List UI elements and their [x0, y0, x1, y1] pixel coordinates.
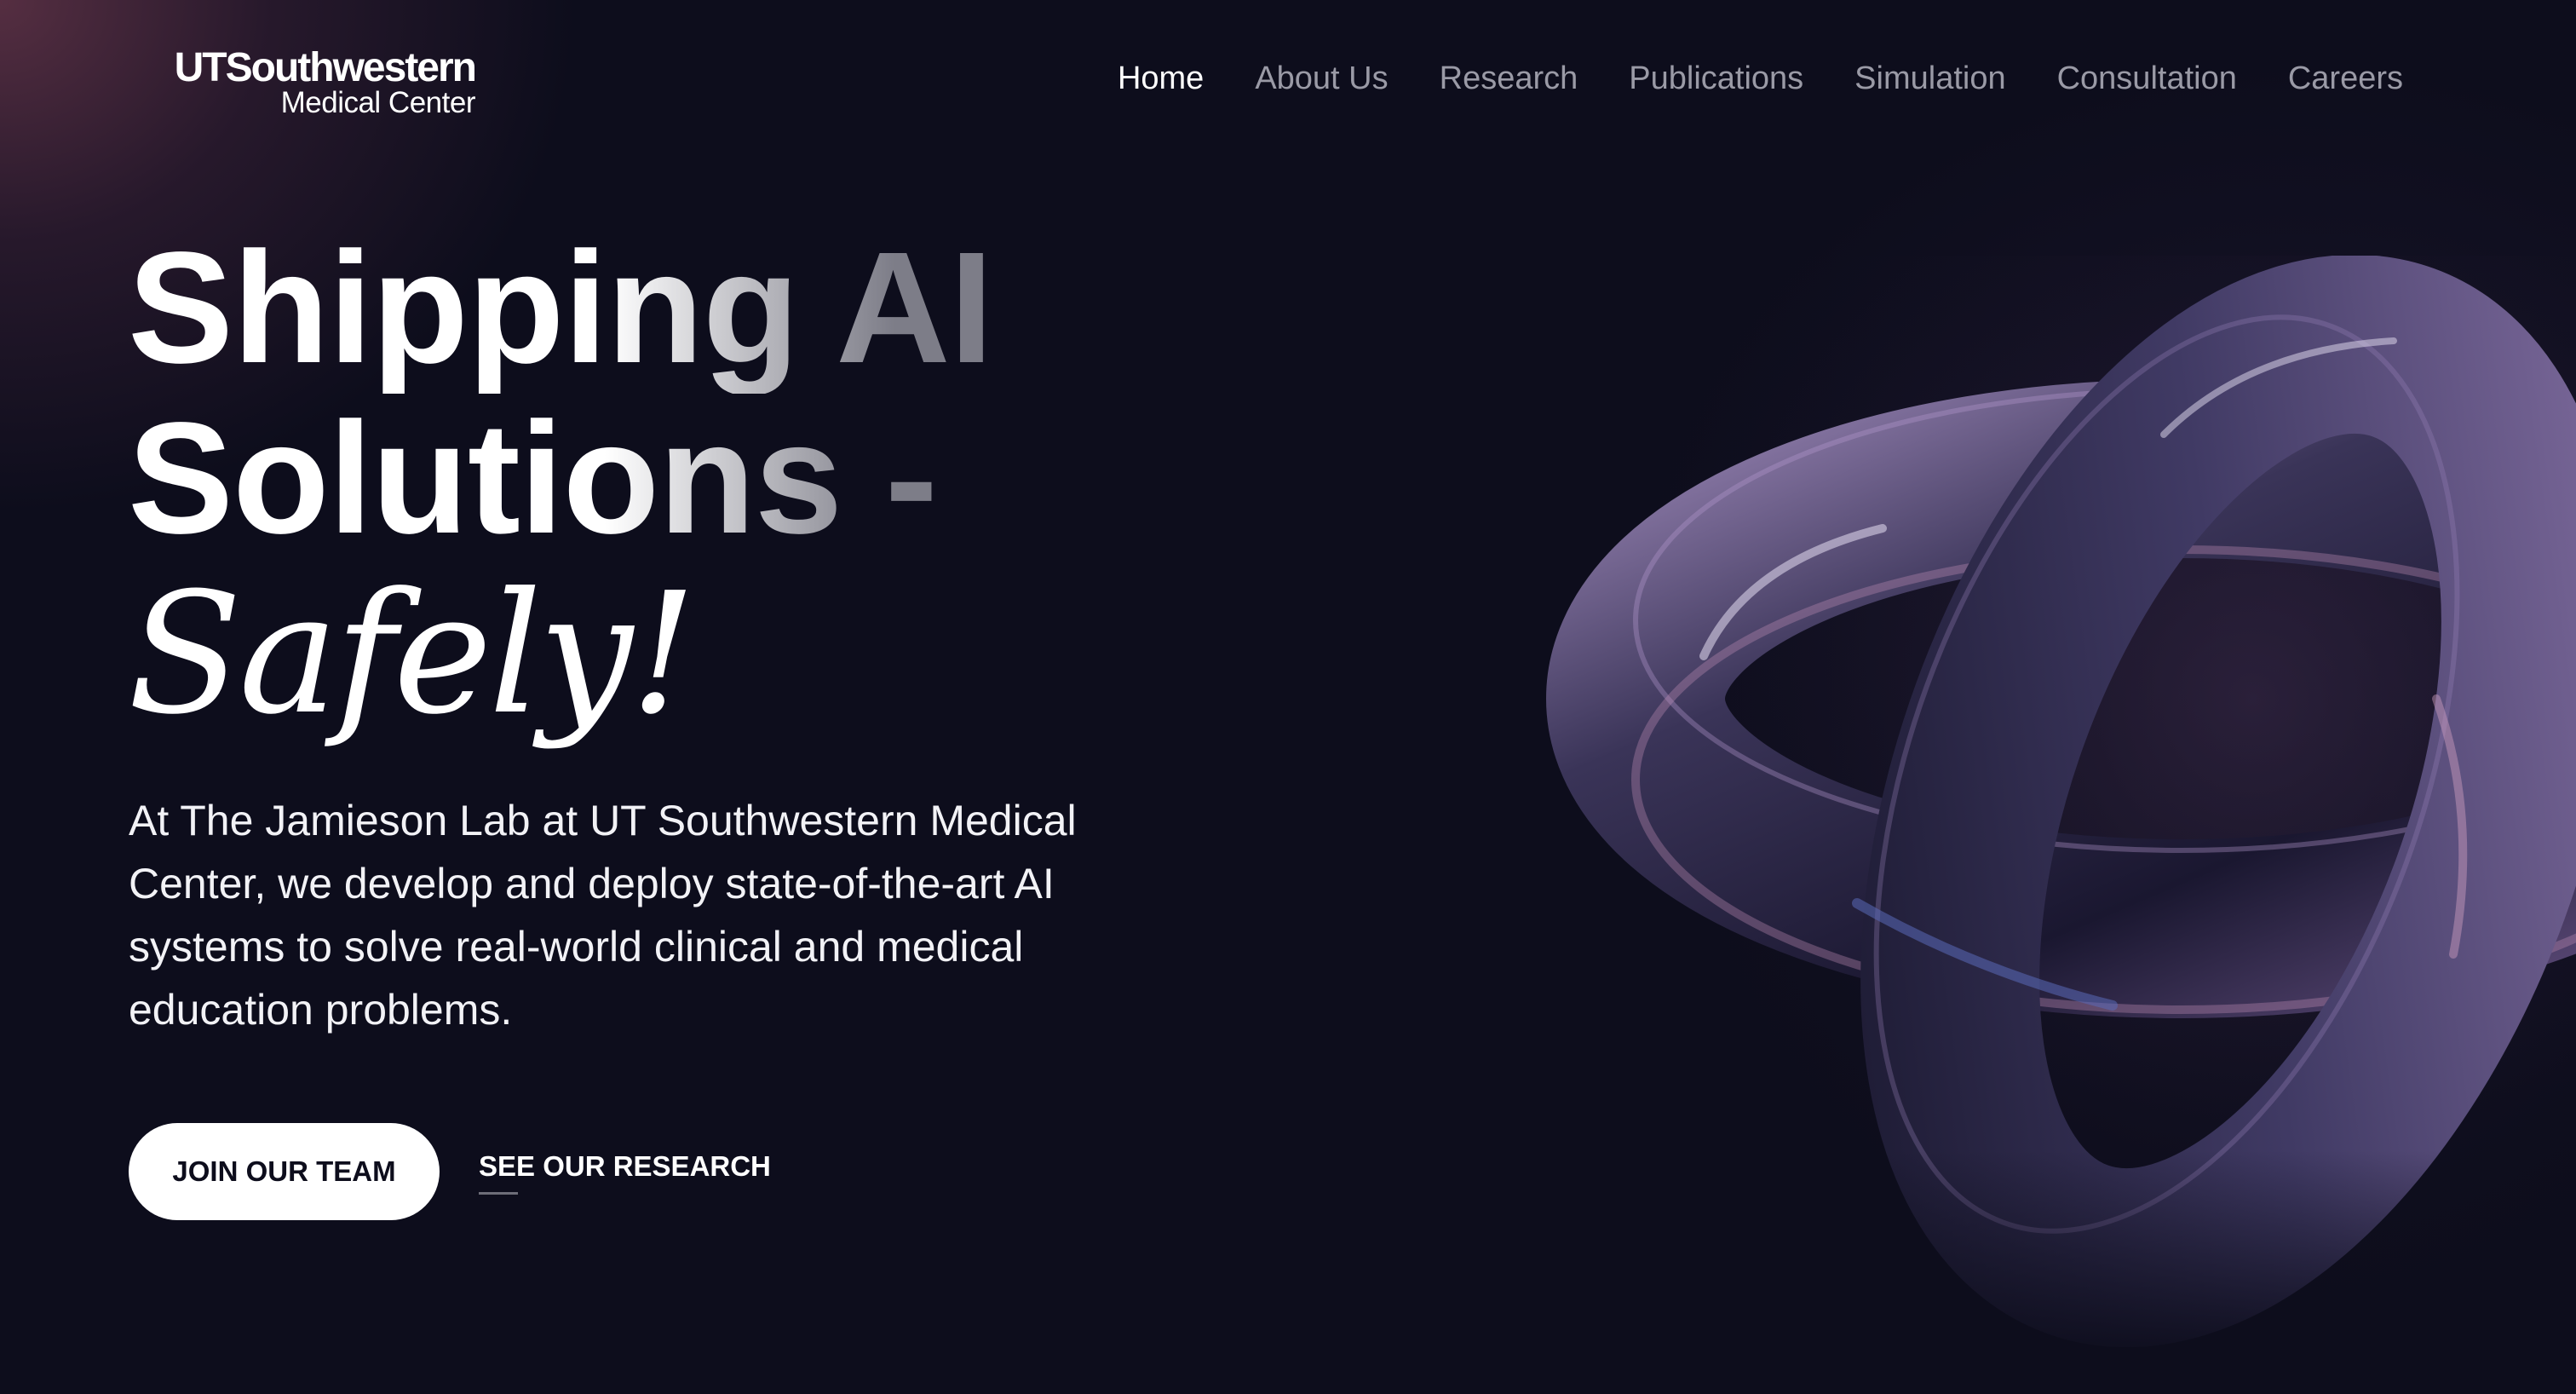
nav-research[interactable]: Research: [1440, 58, 1578, 99]
headline-line-1: Shipping AI: [128, 220, 993, 396]
hero-description: At The Jamieson Lab at UT Southwestern M…: [129, 797, 1077, 1034]
main-nav: Home About Us Research Publications Simu…: [1118, 58, 2403, 99]
headline-line-2: Solutions -: [128, 394, 992, 564]
logo-subtitle: Medical Center: [280, 86, 476, 119]
nav-home[interactable]: Home: [1118, 58, 1204, 99]
research-link-underline: [479, 1192, 518, 1195]
nav-simulation[interactable]: Simulation: [1854, 58, 2005, 99]
nav-about-us[interactable]: About Us: [1255, 58, 1388, 99]
ut-southwestern-logo[interactable]: UTSouthwestern Medical Center: [147, 44, 487, 121]
see-our-research-link[interactable]: SEE OUR RESEARCH: [479, 1150, 771, 1183]
nav-careers[interactable]: Careers: [2288, 58, 2403, 99]
nav-consultation[interactable]: Consultation: [2057, 58, 2237, 99]
hero-headline: Shipping AI Solutions - Safely!: [128, 220, 993, 752]
join-our-team-button[interactable]: JOIN OUR TEAM: [129, 1123, 440, 1220]
headline-italic: Safely!: [128, 557, 697, 752]
nav-publications[interactable]: Publications: [1629, 58, 1803, 99]
knot-illustration: [1499, 256, 2576, 1363]
